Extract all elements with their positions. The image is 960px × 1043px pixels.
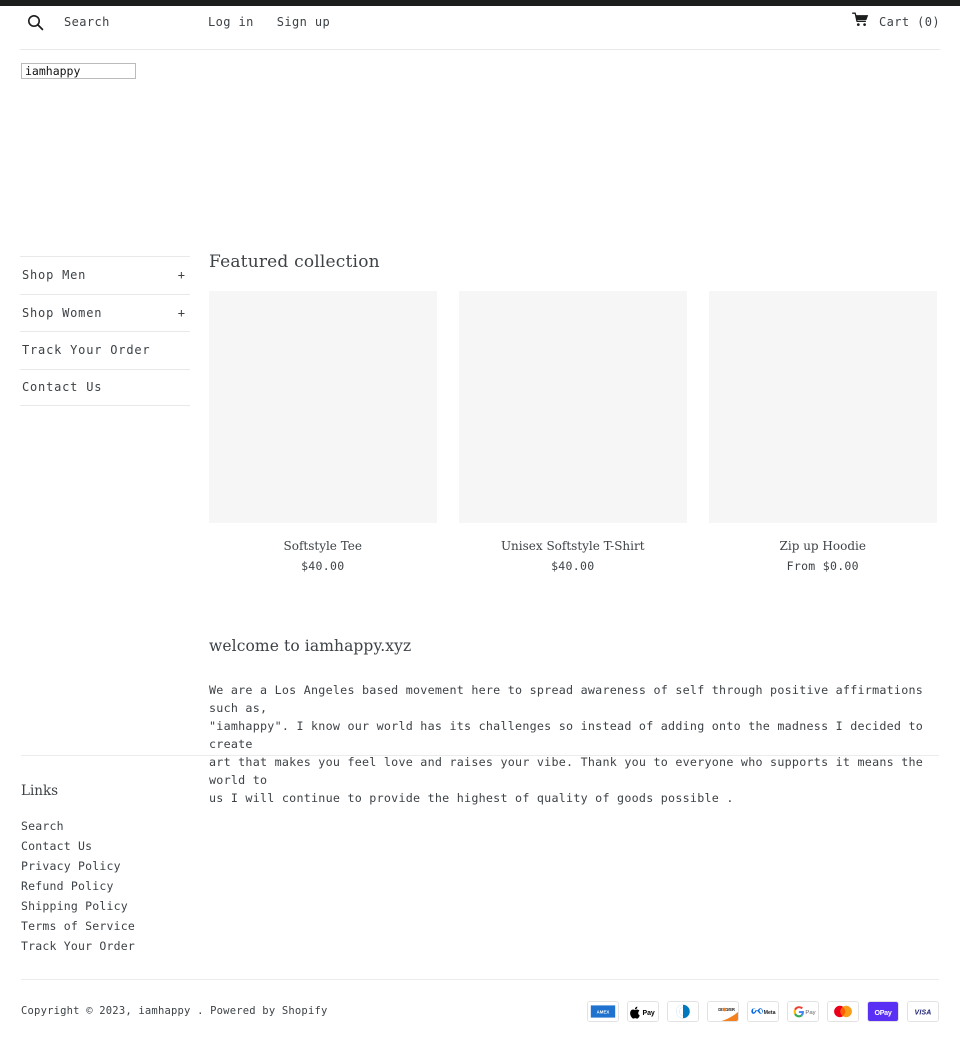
product-price: From $0.00 [786,559,859,573]
footer-bottom-divider [21,979,939,980]
list-item: Contact Us [21,835,939,855]
product-grid: Softstyle Tee $40.00 Unisex Softstyle T-… [209,291,937,573]
sidebar-item-label: Shop Men [22,268,87,283]
mastercard-icon [827,1001,859,1022]
sidebar-nav: Shop Men + Shop Women + Track Your Order… [20,256,190,406]
sidebar-item-label: Contact Us [22,380,103,395]
product-card[interactable]: Unisex Softstyle T-Shirt $40.00 [459,291,687,573]
expand-plus-icon[interactable]: + [178,306,190,320]
footer-link-contact-us[interactable]: Contact Us [21,837,92,855]
footer-link-refund-policy[interactable]: Refund Policy [21,877,114,895]
search-label[interactable]: Search [64,9,110,35]
header-divider [20,49,940,50]
footer-link-track-your-order[interactable]: Track Your Order [21,937,135,955]
svg-text:OPay: OPay [874,1009,891,1017]
footer-link-list: Search Contact Us Privacy Policy Refund … [21,815,939,955]
footer-links-heading: Links [21,783,59,799]
footer-link-shipping-policy[interactable]: Shipping Policy [21,897,128,915]
svg-text:VER: VER [727,1007,735,1012]
google-pay-icon: Pay [787,1001,819,1022]
list-item: Terms of Service [21,915,939,935]
footer-link-search[interactable]: Search [21,817,64,835]
list-item: Shipping Policy [21,895,939,915]
product-price: $40.00 [301,559,345,573]
svg-text:AMEX: AMEX [597,1009,610,1014]
site-footer: Links Search Contact Us Privacy Policy R… [21,783,939,955]
meta-pay-icon: Meta [747,1001,779,1022]
diners-club-icon [667,1001,699,1022]
featured-collection-heading: Featured collection [209,252,380,272]
cart-label: Cart (0) [879,15,940,29]
visa-icon: VISA [907,1001,939,1022]
product-title[interactable]: Zip up Hoodie [709,539,937,553]
sidebar-item-shop-men[interactable]: Shop Men + [20,256,190,294]
sidebar-item-contact-us[interactable]: Contact Us [20,368,190,406]
welcome-heading: welcome to iamhappy.xyz [209,637,412,655]
sidebar-item-label: Shop Women [22,305,103,320]
cart-link[interactable]: Cart (0) [852,9,940,35]
footer-bottom-bar: Copyright © 2023, iamhappy . Powered by … [21,1001,939,1025]
sidebar-item-label: Track Your Order [22,343,151,358]
header-auth-links: Log in Sign up [208,9,330,35]
signup-link[interactable]: Sign up [277,9,330,35]
svg-text:Meta: Meta [764,1010,776,1016]
apple-pay-icon: Pay [627,1001,659,1022]
footer-link-terms-of-service[interactable]: Terms of Service [21,917,135,935]
login-link[interactable]: Log in [208,9,254,35]
product-card[interactable]: Zip up Hoodie From $0.00 [709,291,937,573]
product-image-placeholder[interactable] [709,291,937,523]
list-item: Privacy Policy [21,855,939,875]
discover-icon: DISC VER [707,1001,739,1022]
product-price: $40.00 [551,559,595,573]
footer-link-privacy-policy[interactable]: Privacy Policy [21,857,121,875]
payment-methods-row: AMEX Pay VER Meta Pay OPay VISA [587,1001,939,1022]
svg-text:Pay: Pay [805,1010,815,1016]
sidebar-item-track-your-order[interactable]: Track Your Order [20,331,190,369]
expand-plus-icon[interactable]: + [178,268,190,282]
svg-text:Pay: Pay [642,1010,654,1017]
shop-pay-icon: OPay [867,1001,899,1022]
product-card[interactable]: Softstyle Tee $40.00 [209,291,437,573]
search-icon[interactable] [22,9,48,35]
site-header: Search Log in Sign up Cart (0) [0,6,960,50]
product-image-placeholder[interactable] [459,291,687,523]
product-title[interactable]: Unisex Softstyle T-Shirt [459,539,687,553]
svg-text:VISA: VISA [915,1010,932,1017]
page-root: Search Log in Sign up Cart (0) iamhappy … [0,0,960,1043]
american-express-icon: AMEX [587,1001,619,1022]
list-item: Refund Policy [21,875,939,895]
list-item: Track Your Order [21,935,939,955]
shopping-cart-icon [852,9,869,35]
copyright-text: Copyright © 2023, iamhappy . Powered by … [21,1005,328,1017]
footer-top-divider [21,755,939,756]
product-title[interactable]: Softstyle Tee [209,539,437,553]
product-image-placeholder[interactable] [209,291,437,523]
welcome-section: welcome to iamhappy.xyz We are a Los Ang… [209,637,937,807]
header-search-group: Search [22,9,110,35]
site-title-input[interactable] [21,63,136,79]
list-item: Search [21,815,939,835]
main-content: Featured collection Softstyle Tee $40.00… [209,252,937,807]
sidebar-item-shop-women[interactable]: Shop Women + [20,293,190,332]
